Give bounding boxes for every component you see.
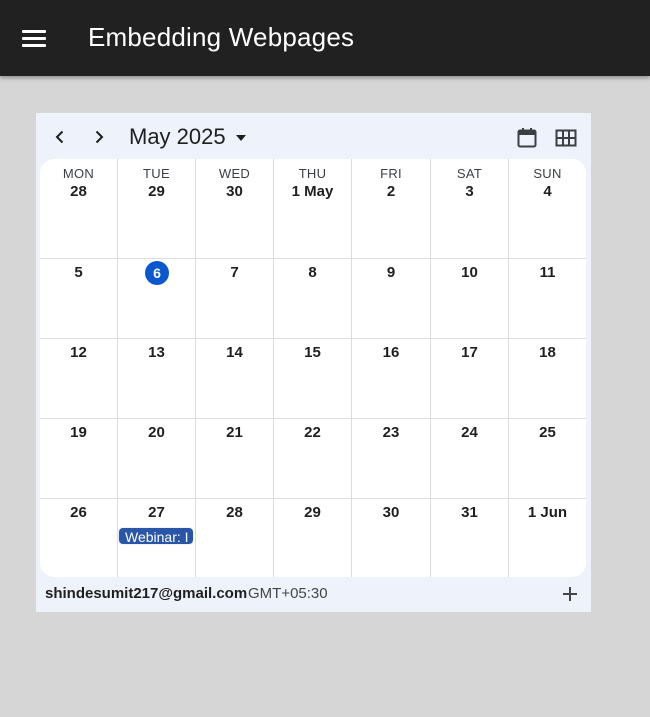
day-number[interactable]: 30 bbox=[196, 183, 273, 200]
chevron-right-icon[interactable] bbox=[87, 125, 111, 149]
weekday-label: SUN bbox=[533, 166, 562, 181]
app-title: Embedding Webpages bbox=[88, 22, 355, 52]
day-cell[interactable]: MON 28 bbox=[40, 159, 118, 259]
day-cell[interactable]: 9 bbox=[352, 259, 431, 339]
day-cell[interactable]: FRI 2 bbox=[352, 159, 431, 259]
day-number[interactable]: 22 bbox=[274, 424, 351, 441]
day-cell[interactable]: WED 30 bbox=[196, 159, 274, 259]
day-number[interactable]: 20 bbox=[118, 424, 195, 441]
weekday-label: MON bbox=[62, 166, 95, 181]
day-cell[interactable]: 1 Jun bbox=[509, 499, 586, 577]
day-cell[interactable]: 27 Webinar: I bbox=[118, 499, 196, 577]
day-cell[interactable]: 21 bbox=[196, 419, 274, 499]
day-number[interactable]: 13 bbox=[118, 344, 195, 361]
day-number[interactable]: 30 bbox=[352, 504, 430, 521]
day-number[interactable]: 27 bbox=[118, 504, 195, 521]
day-number[interactable]: 2 bbox=[352, 183, 430, 200]
day-cell[interactable]: 13 bbox=[118, 339, 196, 419]
account-email: shindesumit217@gmail.com bbox=[45, 585, 248, 602]
day-number[interactable]: 11 bbox=[509, 264, 586, 281]
day-number[interactable]: 16 bbox=[352, 344, 430, 361]
day-cell[interactable]: 7 bbox=[196, 259, 274, 339]
day-number[interactable]: 17 bbox=[431, 344, 508, 361]
weekday-label: WED bbox=[218, 166, 251, 181]
day-number[interactable]: 28 bbox=[196, 504, 273, 521]
month-label[interactable]: May 2025 bbox=[129, 124, 226, 150]
month-grid: MON 28 TUE 29 WED 30 THU 1 May FRI 2 SAT 3 SUN 4 5 6 7 8 9… bbox=[40, 159, 586, 577]
day-number[interactable]: 3 bbox=[431, 183, 508, 200]
day-cell[interactable]: 18 bbox=[509, 339, 586, 419]
day-number[interactable]: 21 bbox=[196, 424, 273, 441]
weekday-label: FRI bbox=[380, 166, 402, 181]
timezone-label: GMT+05:30 bbox=[248, 585, 328, 602]
day-number[interactable]: 24 bbox=[431, 424, 508, 441]
day-cell[interactable]: 5 bbox=[40, 259, 118, 339]
day-cell[interactable]: 15 bbox=[274, 339, 352, 419]
day-cell[interactable]: 14 bbox=[196, 339, 274, 419]
day-number[interactable]: 29 bbox=[274, 504, 351, 521]
day-number[interactable]: 8 bbox=[274, 264, 351, 281]
day-number[interactable]: 25 bbox=[509, 424, 586, 441]
day-cell[interactable]: 8 bbox=[274, 259, 352, 339]
day-cell[interactable]: 22 bbox=[274, 419, 352, 499]
day-cell[interactable]: TUE 29 bbox=[118, 159, 196, 259]
day-number[interactable]: 26 bbox=[40, 504, 117, 521]
hamburger-menu-icon[interactable] bbox=[22, 28, 46, 48]
day-cell[interactable]: 16 bbox=[352, 339, 431, 419]
embedded-calendar: May 2025 MON 28 TUE 29 WED 30 THU 1 May FRI 2 SAT 3… bbox=[36, 113, 591, 612]
day-cell[interactable]: 23 bbox=[352, 419, 431, 499]
day-number[interactable]: 19 bbox=[40, 424, 117, 441]
day-number[interactable]: 1 Jun bbox=[509, 504, 586, 521]
day-cell[interactable]: SAT 3 bbox=[431, 159, 509, 259]
weekday-label: TUE bbox=[143, 166, 170, 181]
day-cell[interactable]: 6 bbox=[118, 259, 196, 339]
day-number[interactable]: 7 bbox=[196, 264, 273, 281]
calendar-toolbar: May 2025 bbox=[36, 113, 591, 159]
event-chip[interactable]: Webinar: I bbox=[118, 527, 194, 545]
day-number[interactable]: 31 bbox=[431, 504, 508, 521]
day-number[interactable]: 14 bbox=[196, 344, 273, 361]
day-cell[interactable]: 19 bbox=[40, 419, 118, 499]
day-number[interactable]: 9 bbox=[352, 264, 430, 281]
caret-down-icon[interactable] bbox=[234, 131, 248, 143]
day-cell[interactable]: 30 bbox=[352, 499, 431, 577]
day-cell[interactable]: 26 bbox=[40, 499, 118, 577]
day-cell[interactable]: 28 bbox=[196, 499, 274, 577]
weekday-label: THU bbox=[298, 166, 327, 181]
day-number[interactable]: 12 bbox=[40, 344, 117, 361]
day-cell[interactable]: 17 bbox=[431, 339, 509, 419]
day-cell[interactable]: 12 bbox=[40, 339, 118, 419]
day-number[interactable]: 28 bbox=[40, 183, 117, 200]
day-cell[interactable]: 25 bbox=[509, 419, 586, 499]
day-cell[interactable]: 29 bbox=[274, 499, 352, 577]
day-number[interactable]: 23 bbox=[352, 424, 430, 441]
app-bar: Embedding Webpages bbox=[0, 0, 650, 76]
day-number[interactable]: 5 bbox=[40, 264, 117, 281]
chevron-left-icon[interactable] bbox=[48, 125, 72, 149]
weekday-label: SAT bbox=[456, 166, 483, 181]
grid-icon[interactable] bbox=[554, 126, 578, 150]
today-date[interactable]: 6 bbox=[145, 261, 169, 285]
day-cell[interactable]: 31 bbox=[431, 499, 509, 577]
day-cell[interactable]: 10 bbox=[431, 259, 509, 339]
day-cell[interactable]: 24 bbox=[431, 419, 509, 499]
day-cell[interactable]: 11 bbox=[509, 259, 586, 339]
plus-icon[interactable] bbox=[560, 584, 580, 604]
day-cell[interactable]: SUN 4 bbox=[509, 159, 586, 259]
day-cell[interactable]: 20 bbox=[118, 419, 196, 499]
day-cell[interactable]: THU 1 May bbox=[274, 159, 352, 259]
calendar-icon[interactable] bbox=[515, 126, 539, 150]
day-number[interactable]: 18 bbox=[509, 344, 586, 361]
day-number[interactable]: 10 bbox=[431, 264, 508, 281]
day-number[interactable]: 15 bbox=[274, 344, 351, 361]
calendar-footer: shindesumit217@gmail.com GMT+05:30 bbox=[36, 577, 591, 612]
day-number[interactable]: 1 May bbox=[274, 183, 351, 200]
day-number[interactable]: 4 bbox=[509, 183, 586, 200]
day-number[interactable]: 29 bbox=[118, 183, 195, 200]
